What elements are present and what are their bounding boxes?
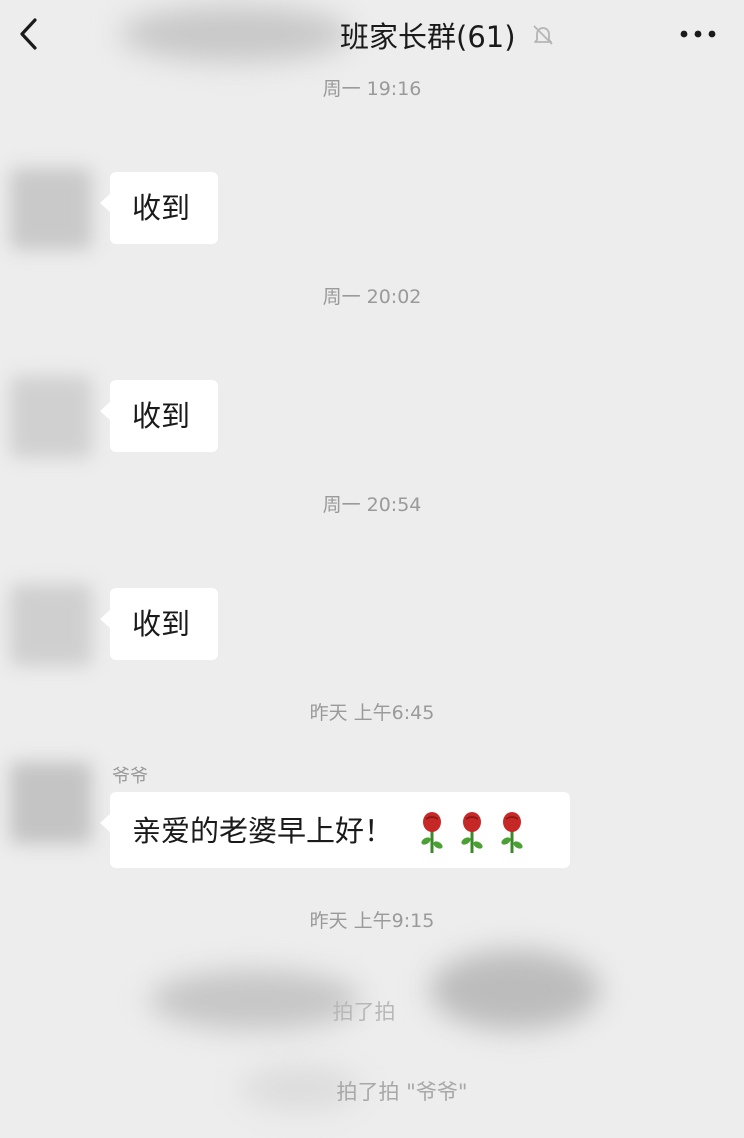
system-note: 拍了拍 "爷爷" [336,1080,468,1104]
chat-title: 班家长群(61) [340,20,516,54]
timestamp: 昨天 上午6:45 [309,702,435,724]
avatar[interactable] [10,168,92,250]
nav-bar: 班家长群(61) [0,0,744,70]
chat-screen: 班家长群(61) 周一 19:16 收到 周一 20:02 收到 周一 20:5… [0,0,744,1138]
chevron-left-icon [20,18,37,50]
timestamp: 周一 20:54 [322,494,422,516]
message-text: 亲爱的老婆早上好！ [132,814,394,848]
ellipsis-icon [680,30,716,38]
redacted-group-name [120,6,350,62]
sender-name: 爷爷 [112,766,148,787]
avatar[interactable] [10,376,92,458]
avatar[interactable] [10,584,92,666]
rose-icon [421,812,443,853]
timestamp: 昨天 上午9:15 [309,910,435,932]
rose-icon [461,812,483,853]
rose-icon [501,812,523,853]
chat-title-group: 班家长群(61) [340,12,556,58]
message-bubble[interactable]: 收到 [100,380,218,452]
timestamp: 周一 19:16 [322,78,422,100]
system-note: 拍了拍 [332,1000,396,1024]
message-bubble[interactable]: 收到 [100,588,218,660]
more-button[interactable] [678,16,718,52]
avatar[interactable] [10,762,92,844]
message-bubble[interactable]: 亲爱的老婆早上好！ [100,792,570,868]
message-text: 收到 [132,607,191,641]
message-text: 收到 [132,399,191,433]
bell-off-icon [530,22,556,48]
message-text: 收到 [132,191,191,225]
back-button[interactable] [10,12,46,56]
message-bubble[interactable]: 收到 [100,172,218,244]
timestamp: 周一 20:02 [322,286,422,308]
rose-emoji-group [416,811,536,855]
